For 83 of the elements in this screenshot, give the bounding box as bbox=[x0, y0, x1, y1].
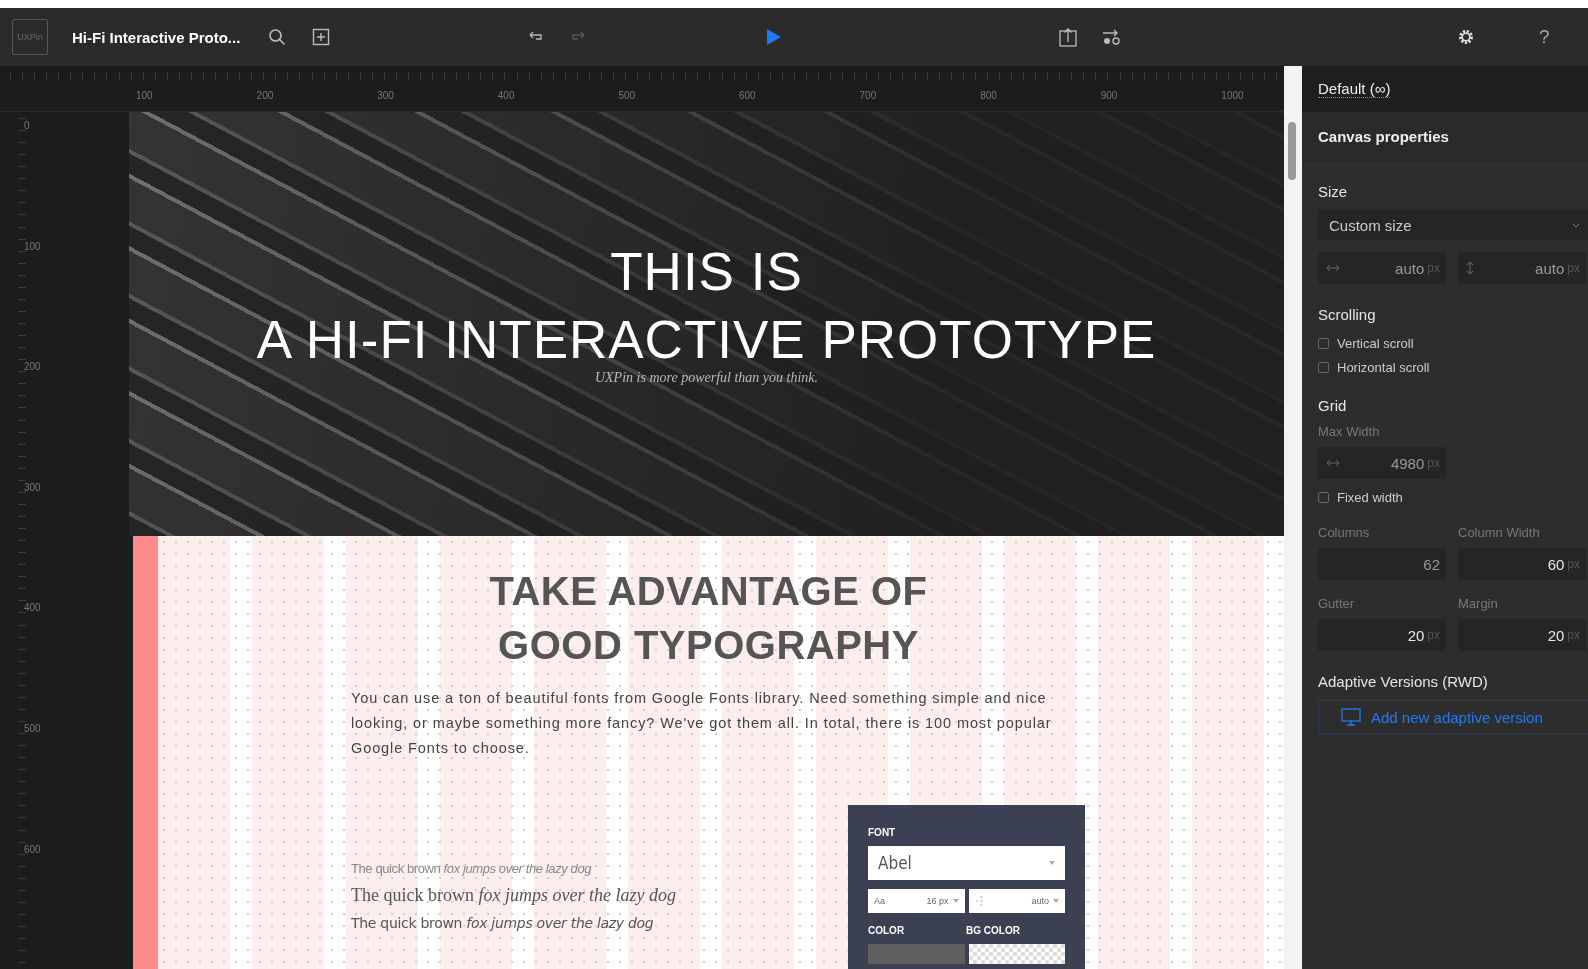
font-select[interactable]: Abel bbox=[868, 846, 1065, 880]
line-height-value: auto bbox=[1031, 896, 1049, 906]
color-label: COLOR bbox=[868, 925, 906, 936]
width-arrows-icon bbox=[1326, 459, 1340, 467]
scrollbar-thumb[interactable] bbox=[1288, 122, 1296, 180]
field-value: auto bbox=[1395, 259, 1425, 277]
export-icon[interactable] bbox=[1059, 27, 1077, 47]
field-value: 20 bbox=[1547, 626, 1565, 644]
bg-color-label: BG COLOR bbox=[966, 925, 1021, 936]
field-label: Column Width bbox=[1458, 525, 1541, 540]
help-button[interactable]: ? bbox=[1539, 26, 1550, 48]
search-icon[interactable] bbox=[268, 28, 286, 46]
ruler-label: 100 bbox=[23, 240, 42, 254]
checkbox-label: Horizontal scroll bbox=[1337, 359, 1430, 375]
section-label: Scrolling bbox=[1318, 306, 1377, 323]
line-height-icon bbox=[974, 896, 983, 906]
ruler-label: 600 bbox=[23, 843, 42, 857]
field-label: Max Width bbox=[1318, 424, 1381, 439]
font-sample: The quick brown fox jumps over the lazy dog bbox=[351, 915, 654, 931]
font-size-field[interactable]: Aa 16 px bbox=[868, 889, 965, 913]
field-value: auto bbox=[1535, 259, 1565, 277]
add-version-button[interactable]: Add new adaptive version bbox=[1318, 700, 1588, 734]
ruler-label: 400 bbox=[23, 602, 42, 616]
field-value: 60 bbox=[1547, 555, 1565, 573]
section-label: Size bbox=[1318, 183, 1349, 200]
font-sample: The quick brown fox jumps over the lazy dog bbox=[351, 885, 676, 906]
document-title: Hi-Fi Interactive Proto... bbox=[72, 28, 242, 46]
hero-title: A HI-FI INTERACTIVE PROTOTYPE bbox=[256, 309, 1157, 371]
ruler-label: 300 bbox=[376, 90, 395, 101]
field-value: 62 bbox=[1423, 555, 1440, 573]
ruler-label: 500 bbox=[617, 90, 637, 101]
color-swatch[interactable] bbox=[868, 944, 965, 964]
field-value: 20 bbox=[1407, 626, 1425, 644]
ruler-label: 400 bbox=[496, 90, 516, 101]
caret-icon bbox=[1053, 899, 1059, 903]
field-value: 4980 bbox=[1390, 454, 1425, 472]
ruler-label: 500 bbox=[23, 722, 42, 736]
caret-icon bbox=[1049, 861, 1055, 865]
grid-field[interactable]: 62 bbox=[1318, 548, 1446, 580]
size-icon: Aa bbox=[874, 896, 885, 906]
ruler-label: 300 bbox=[23, 481, 42, 495]
checkbox-label: Fixed width bbox=[1337, 489, 1403, 505]
section-heading: GOOD TYPOGRAPHY bbox=[497, 622, 920, 669]
monitor-icon bbox=[1341, 708, 1361, 726]
section-label: Grid bbox=[1318, 397, 1348, 414]
frame-icon[interactable] bbox=[312, 28, 330, 46]
width-arrows-icon bbox=[1326, 264, 1340, 272]
ruler-label: 100 bbox=[135, 90, 154, 101]
font-sample: The quick brown fox jumps over the lazy dog bbox=[351, 861, 592, 876]
height-arrows-icon bbox=[1466, 261, 1474, 275]
checkbox[interactable] bbox=[1318, 491, 1329, 503]
checkbox[interactable] bbox=[1318, 337, 1329, 349]
caret-icon bbox=[952, 899, 959, 903]
checkbox[interactable] bbox=[1318, 361, 1329, 373]
toggle-icon[interactable] bbox=[1101, 28, 1121, 46]
ruler-label: 600 bbox=[737, 90, 757, 101]
section-label: Adaptive Versions (RWD) bbox=[1318, 673, 1489, 690]
hero-subtitle: UXPin is more powerful than you think. bbox=[594, 370, 819, 386]
section-heading: TAKE ADVANTAGE OF bbox=[489, 568, 928, 615]
field-label: Columns bbox=[1318, 525, 1371, 540]
size-select[interactable]: Custom size bbox=[1318, 210, 1588, 240]
hero-title: THIS IS bbox=[610, 241, 803, 303]
body-paragraph: You can use a ton of beautiful fonts from Google Fonts library. Need something simple and nice looking, or maybe something more fancy? We've got them all. In total, there is 100 most popular Google Fonts to choose. bbox=[351, 689, 1053, 758]
ruler-label: 900 bbox=[1099, 90, 1119, 101]
ruler-label: 0 bbox=[23, 120, 31, 133]
ruler-label: 700 bbox=[858, 90, 878, 101]
ruler-label: 200 bbox=[23, 361, 42, 375]
chevron-icon bbox=[1572, 222, 1580, 228]
line-height-field[interactable]: auto bbox=[968, 889, 1065, 913]
ruler-label: 800 bbox=[979, 90, 998, 101]
size-value: 16 px bbox=[926, 896, 949, 906]
field-label: Margin bbox=[1458, 596, 1499, 611]
breakpoint-selector[interactable]: Default (∞) bbox=[1318, 80, 1391, 98]
play-icon[interactable] bbox=[766, 28, 782, 46]
font-label: FONT bbox=[868, 827, 897, 838]
settings-icon[interactable] bbox=[1457, 28, 1475, 46]
ruler-label: 1000 bbox=[1220, 90, 1245, 101]
checkbox-label: Vertical scroll bbox=[1337, 335, 1414, 351]
ruler-label: 200 bbox=[255, 90, 275, 101]
font-name: Abel bbox=[878, 853, 912, 873]
select-value: Custom size bbox=[1329, 216, 1412, 234]
field-label: Gutter bbox=[1318, 596, 1356, 611]
bg-color-swatch[interactable] bbox=[968, 944, 1065, 964]
